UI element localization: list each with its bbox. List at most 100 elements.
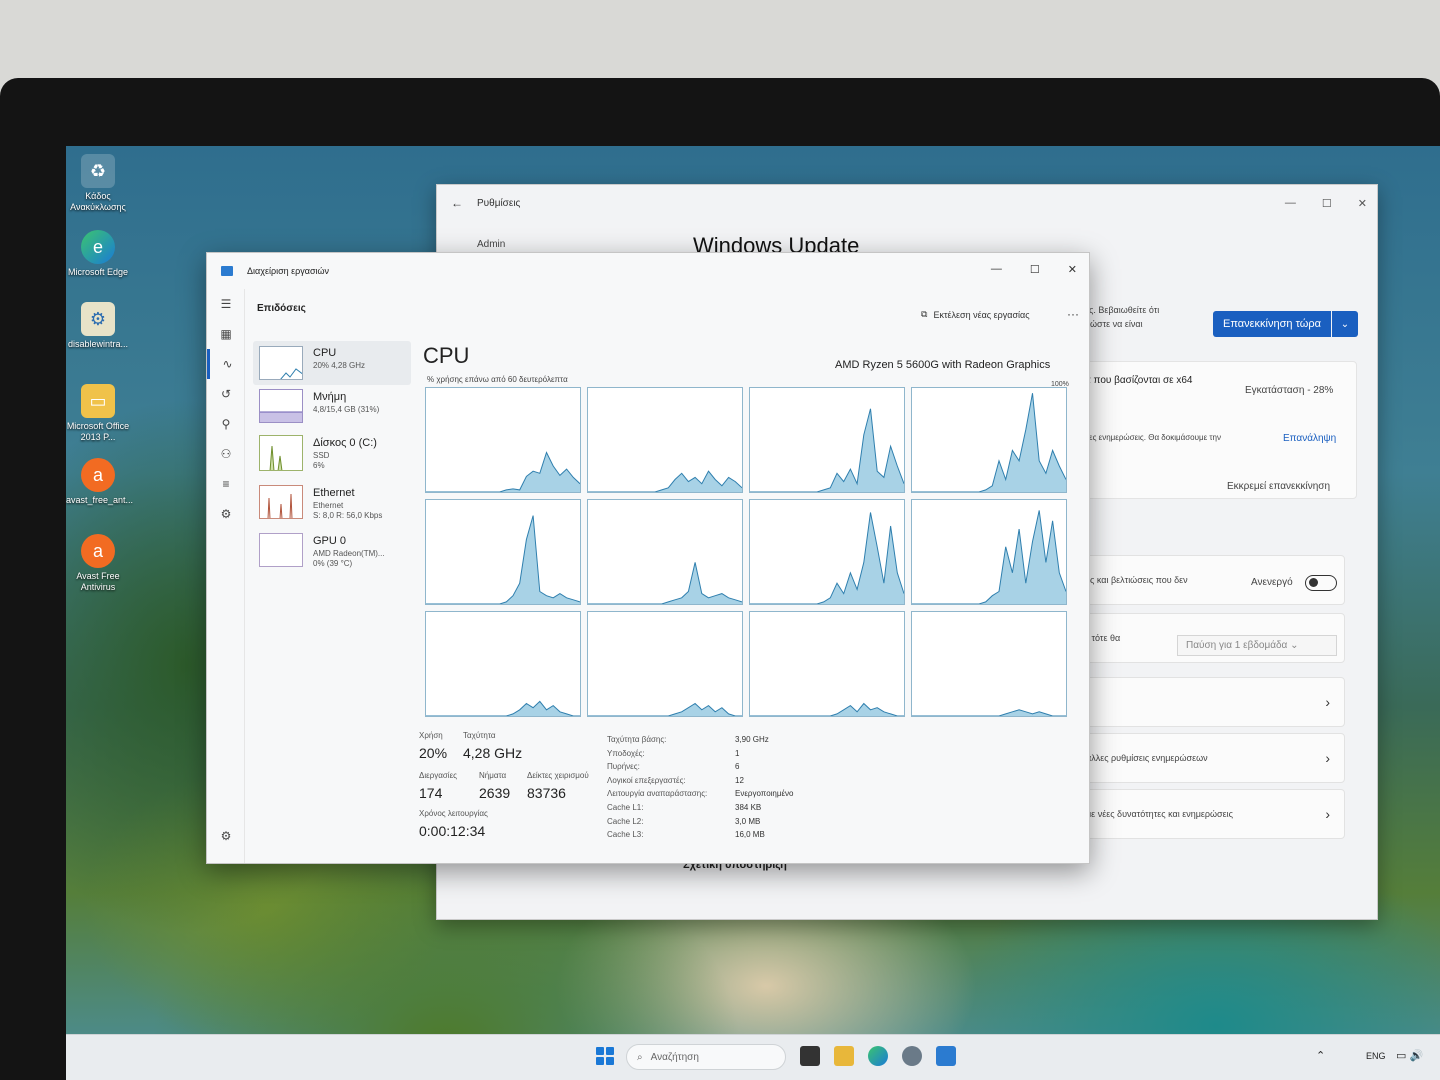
update-title: α που βασίζονται σε x64	[1085, 375, 1193, 386]
tray-chevron-up-icon[interactable]: ⌃	[1316, 1049, 1325, 1062]
insider-program-row[interactable]: με νέες δυνατότητες και ενημερώσεις ›	[1077, 789, 1345, 839]
restart-now-button[interactable]: Επανεκκίνηση τώρα	[1213, 311, 1331, 337]
perf-item-ethernet[interactable]: Ethernet Ethernet S: 8,0 R: 56,0 Kbps	[253, 485, 411, 529]
settings-window-controls: — ☐ ✕	[1285, 197, 1367, 210]
cpu-core-graph	[425, 387, 581, 493]
detail-value: 1	[735, 748, 740, 758]
perf-item-disk[interactable]: Δίσκος 0 (C:) SSD 6%	[253, 435, 411, 479]
avast-icon: a	[81, 534, 115, 568]
section-title: Επιδόσεις	[257, 303, 306, 314]
task-manager-window-controls: — ☐ ✕	[991, 263, 1077, 276]
detail-value: 16,0 MB	[735, 830, 765, 840]
ethernet-thumbnail	[259, 485, 303, 519]
processes-value: 174	[419, 785, 443, 801]
cpu-core-graph	[911, 611, 1067, 717]
latest-updates-toggle-label: Ανενεργό	[1251, 577, 1293, 588]
detail-value: 3,0 MB	[735, 816, 761, 826]
restart-dropdown-chevron-icon[interactable]: ⌄	[1332, 311, 1358, 337]
minimize-icon[interactable]: —	[1285, 197, 1296, 210]
task-manager-taskbar-icon[interactable]	[936, 1046, 956, 1066]
hamburger-menu-icon[interactable]: ☰	[207, 289, 245, 319]
threads-label: Νήματα	[479, 771, 507, 780]
cpu-core-graphs	[425, 387, 1073, 723]
close-icon[interactable]: ✕	[1068, 263, 1077, 276]
speed-label: Ταχύτητα	[463, 731, 496, 740]
detail-label: Πυρήνες:	[607, 762, 640, 772]
desktop-icon-recycle-bin[interactable]: ♻ Κάδος Ανακύκλωσης	[66, 154, 130, 213]
cpu-core-graph	[911, 387, 1067, 493]
users-icon[interactable]: ⚇	[207, 439, 245, 469]
services-icon[interactable]: ⚙	[207, 499, 245, 529]
desktop-icon-edge[interactable]: e Microsoft Edge	[66, 230, 130, 278]
cpu-core-usage-area	[750, 408, 904, 492]
perf-item-gpu[interactable]: GPU 0 AMD Radeon(TM)... 0% (39 °C)	[253, 533, 411, 577]
detail-value: 384 KB	[735, 803, 762, 812]
desktop-icon-disablewintra[interactable]: ⚙ disablewintra...	[66, 302, 130, 350]
taskbar: ⌕ Αναζήτηση ⌃ ENG ▭ 🔊	[66, 1034, 1440, 1080]
usage-label: Χρήση	[419, 731, 443, 740]
handles-value: 83736	[527, 785, 566, 801]
settings-titlebar: ← Ρυθμίσεις	[437, 185, 1377, 221]
detail-label: Cache L2:	[607, 816, 644, 826]
settings-title: Ρυθμίσεις	[477, 197, 521, 209]
startup-apps-icon[interactable]: ⚲	[207, 409, 245, 439]
latest-updates-toggle[interactable]	[1305, 575, 1337, 591]
task-manager-title: Διαχείριση εργασιών	[247, 266, 330, 276]
cpu-core-usage-area	[912, 510, 1066, 604]
run-new-task-button[interactable]: ⧉ Εκτέλεση νέας εργασίας	[921, 309, 1030, 320]
memory-thumbnail	[259, 389, 303, 423]
disk-thumbnail	[259, 435, 303, 471]
uptime-value: 0:00:12:34	[419, 823, 486, 839]
minimize-icon[interactable]: —	[991, 263, 1002, 276]
windows-start-icon[interactable]	[596, 1047, 614, 1065]
desktop-icon-office[interactable]: ▭ Microsoft Office 2013 P...	[66, 384, 130, 443]
desktop-icon-avast-installer[interactable]: a avast_free_ant...	[66, 458, 133, 506]
app-history-icon[interactable]: ↺	[207, 379, 245, 409]
maximize-icon[interactable]: ☐	[1030, 263, 1040, 276]
account-name: Admin	[477, 239, 506, 250]
taskbar-search-box[interactable]: ⌕ Αναζήτηση	[626, 1044, 786, 1070]
settings-taskbar-icon[interactable]	[902, 1046, 922, 1066]
update-history-row[interactable]: ›	[1077, 677, 1345, 727]
cpu-core-graph	[587, 387, 743, 493]
navigation-rail: ☰ ▦ ∿ ↺ ⚲ ⚇ ≡ ⚙ ⚙	[207, 289, 245, 863]
task-view-icon[interactable]	[800, 1046, 820, 1066]
chevron-right-icon: ›	[1325, 750, 1330, 766]
handles-label: Δείκτες χειρισμού	[527, 771, 589, 780]
pause-duration-select[interactable]: Παύση για 1 εβδομάδα ⌄	[1177, 635, 1337, 656]
restart-notice: ες. Βεβαιωθείτε ότι , ώστε να είναι	[1085, 305, 1160, 329]
advanced-options-row[interactable]: άλλες ρυθμίσεις ενημερώσεων ›	[1077, 733, 1345, 783]
edge-taskbar-icon[interactable]	[868, 1046, 888, 1066]
performance-icon[interactable]: ∿	[207, 349, 245, 379]
chevron-down-icon: ⌄	[1290, 640, 1299, 651]
cpu-core-usage-area	[426, 452, 580, 492]
network-volume-icon[interactable]: ▭ 🔊	[1396, 1049, 1423, 1062]
more-options-icon[interactable]: ···	[1067, 307, 1079, 321]
threads-value: 2639	[479, 785, 511, 801]
details-icon[interactable]: ≡	[207, 469, 245, 499]
task-manager-app-icon	[221, 266, 233, 276]
close-icon[interactable]: ✕	[1358, 197, 1367, 210]
cpu-thumbnail	[259, 346, 303, 380]
cpu-core-graph	[425, 611, 581, 717]
perf-item-memory[interactable]: Μνήμη 4,8/15,4 GB (31%)	[253, 389, 411, 433]
back-arrow-icon[interactable]: ←	[451, 196, 463, 210]
input-language[interactable]: ENG	[1366, 1051, 1386, 1061]
detail-label: Cache L1:	[607, 803, 644, 812]
cpu-core-usage-area	[912, 393, 1066, 492]
chevron-right-icon: ›	[1325, 694, 1330, 710]
perf-item-cpu[interactable]: CPU 20% 4,28 GHz	[253, 341, 411, 385]
settings-gear-icon[interactable]: ⚙	[207, 821, 245, 851]
avast-installer-icon: a	[81, 458, 115, 492]
pending-restart-status: Εκκρεμεί επανεκκίνηση	[1227, 481, 1331, 492]
recycle-bin-icon: ♻	[81, 154, 115, 188]
speed-value: 4,28 GHz	[463, 745, 523, 761]
processes-icon[interactable]: ▦	[207, 319, 245, 349]
maximize-icon[interactable]: ☐	[1322, 197, 1332, 210]
retry-link[interactable]: Επανάληψη	[1283, 433, 1336, 444]
retry-text: λες ενημερώσεις. Θα δοκιμάσουμε την	[1085, 433, 1221, 442]
file-explorer-icon[interactable]	[834, 1046, 854, 1066]
cpu-core-graph	[749, 499, 905, 605]
desktop-icon-avast[interactable]: a Avast Free Antivirus	[66, 534, 130, 593]
detail-label: Υποδοχές:	[607, 748, 645, 758]
